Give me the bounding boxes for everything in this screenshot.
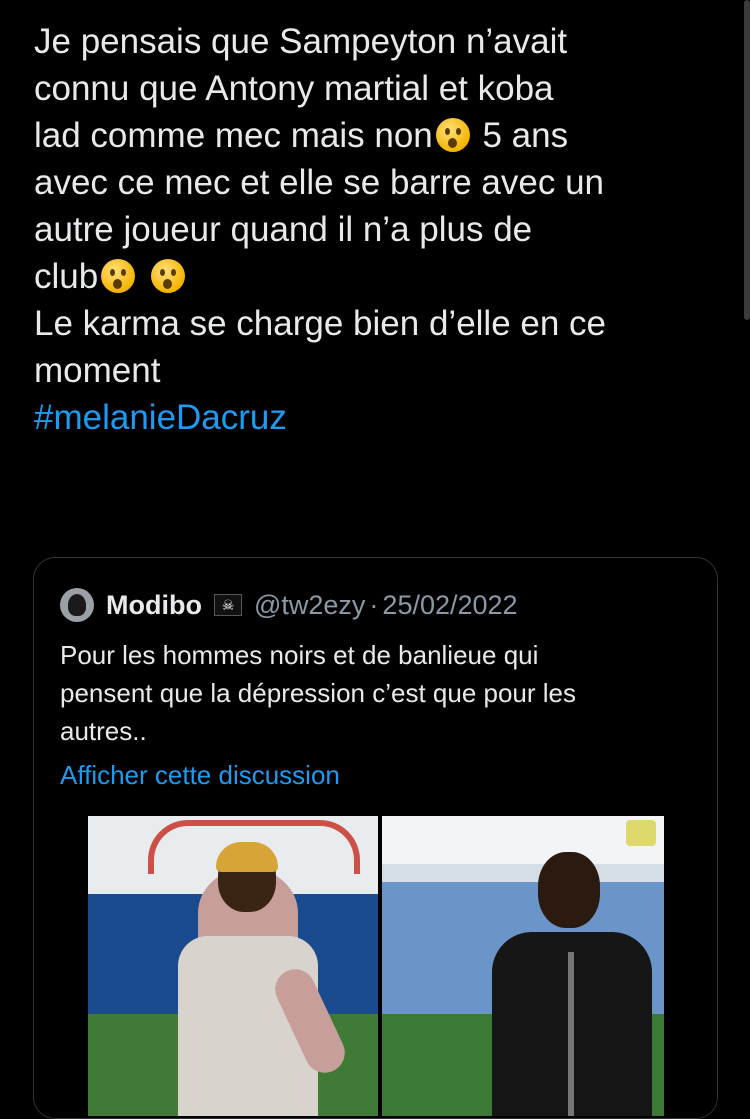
- separator-dot: ·: [369, 589, 379, 620]
- tweet-line: moment: [34, 351, 161, 390]
- tweet-line: autre joueur quand il n’a plus de: [34, 210, 533, 249]
- hushed-face-emoji-icon: [101, 259, 136, 293]
- quoted-tweet-text: Pour les hommes noirs et de banlieue qui…: [60, 636, 690, 750]
- tweet-line: club: [34, 253, 724, 300]
- tweet-line: Le karma se charge bien d’elle en ce: [34, 304, 607, 343]
- tweet-line: lad comme mec mais non 5 ans: [34, 112, 724, 159]
- tweet-line: avec ce mec et elle se barre avec un: [34, 163, 605, 202]
- channel-logo-icon: [626, 820, 656, 846]
- hushed-face-emoji-icon: [435, 118, 470, 152]
- video-frame-left: [88, 816, 378, 1116]
- quoted-tweet-card[interactable]: Modibo ☠ @tw2ezy · 25/02/2022 Pour les h…: [33, 557, 718, 1119]
- video-thumbnail[interactable]: [34, 814, 717, 1118]
- person-right: [492, 852, 652, 1116]
- tweet-line-text: lad comme mec mais non: [34, 116, 433, 155]
- quoted-text-line: Pour les hommes noirs et de banlieue qui: [60, 640, 539, 670]
- quoted-text-line: autres..: [60, 716, 147, 746]
- tweet-line-text: 5 ans: [472, 116, 569, 155]
- quoted-tweet-header: Modibo ☠ @tw2ezy · 25/02/2022: [60, 588, 518, 622]
- tweet-text: Je pensais que Sampeyton n’avait connu q…: [34, 18, 724, 441]
- quoted-author-name[interactable]: Modibo: [106, 590, 202, 621]
- quoted-tweet-date[interactable]: 25/02/2022: [382, 590, 517, 621]
- person-left: [178, 842, 352, 1116]
- avatar[interactable]: [60, 588, 94, 622]
- hashtag-link[interactable]: #melanieDacruz: [34, 394, 724, 441]
- quoted-text-line: pensent que la dépression c’est que pour…: [60, 678, 577, 708]
- tweet-line: Je pensais que Sampeyton n’avait: [34, 22, 568, 61]
- quoted-author-handle[interactable]: @tw2ezy: [254, 590, 365, 621]
- scrollbar[interactable]: [744, 0, 750, 320]
- video-frame-right: [382, 816, 664, 1116]
- pirate-flag-icon: ☠: [213, 594, 242, 616]
- tweet-line-text: club: [34, 257, 99, 296]
- show-thread-link[interactable]: Afficher cette discussion: [60, 760, 340, 791]
- hushed-face-emoji-icon: [150, 259, 185, 293]
- tweet-line: connu que Antony martial et koba: [34, 69, 554, 108]
